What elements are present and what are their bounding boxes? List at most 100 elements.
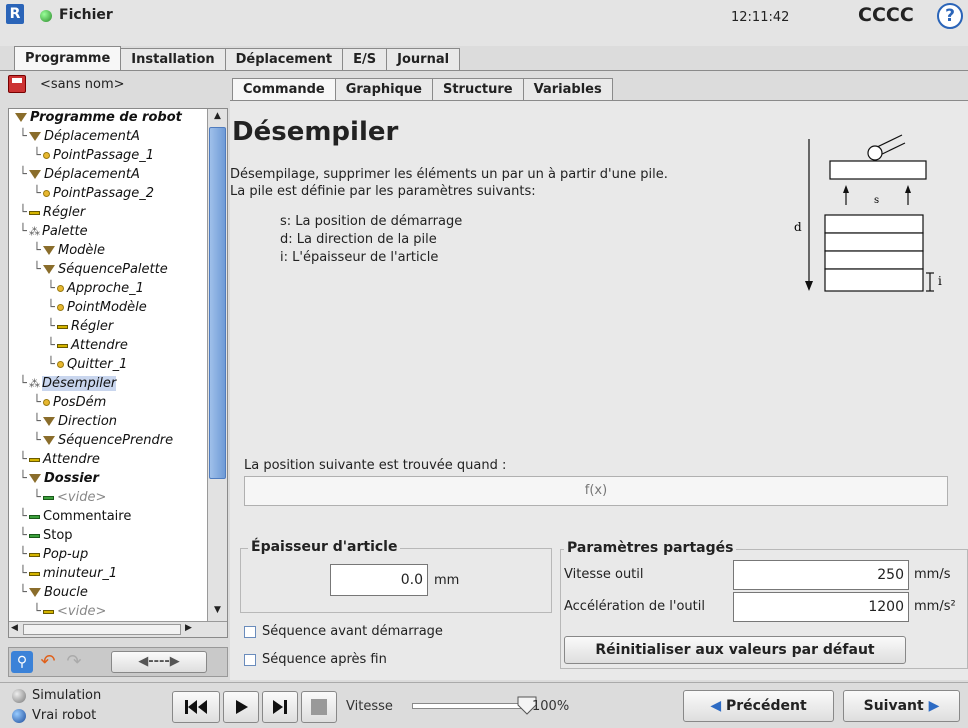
- tab-programme[interactable]: Programme: [14, 46, 122, 70]
- tree-item-label: <vide>: [57, 604, 107, 619]
- tree-connector: └: [19, 509, 27, 524]
- tree-item-label: Direction: [58, 414, 118, 429]
- tree-item-label: Pop-up: [43, 547, 89, 562]
- reset-defaults-button[interactable]: Réinitialiser aux valeurs par défaut: [564, 636, 906, 664]
- tree-connector: └: [33, 243, 41, 258]
- tree-item[interactable]: minuteur_1: [29, 566, 117, 581]
- help-icon[interactable]: ?: [937, 3, 963, 29]
- step-button[interactable]: [262, 691, 298, 723]
- redo-icon[interactable]: ↷: [63, 651, 85, 673]
- tree-item[interactable]: Approche_1: [57, 281, 144, 296]
- thickness-input[interactable]: 0.0: [330, 564, 428, 596]
- condition-expression-field[interactable]: f(x): [244, 476, 948, 506]
- tab-structure[interactable]: Structure: [431, 78, 524, 100]
- tree-item[interactable]: Quitter_1: [57, 357, 127, 372]
- tree-item[interactable]: Régler: [29, 205, 85, 220]
- checkbox-box[interactable]: [244, 653, 256, 666]
- tree-item[interactable]: Boucle: [29, 585, 88, 600]
- search-icon[interactable]: ⚲: [11, 651, 33, 673]
- ur-logo: R: [6, 4, 24, 24]
- tree-item[interactable]: Pop-up: [29, 547, 88, 562]
- play-button[interactable]: [223, 691, 259, 723]
- tree-item-label: Régler: [71, 319, 114, 334]
- arrow-left-icon: ◀: [710, 698, 722, 714]
- tree-item-label: SéquencePrendre: [58, 433, 174, 448]
- tree-item-label: <vide>: [57, 490, 107, 505]
- tree-item[interactable]: ⁂ Palette: [29, 224, 88, 239]
- tab-es[interactable]: E/S: [342, 48, 388, 70]
- tree-item[interactable]: Direction: [43, 414, 117, 429]
- speed-slider-track[interactable]: [412, 703, 528, 709]
- expand-collapse-button[interactable]: ◀----▶: [111, 651, 207, 673]
- tree-item[interactable]: <vide>: [43, 604, 106, 619]
- tree-vscrollbar[interactable]: ▲ ▼: [207, 109, 227, 621]
- next-button[interactable]: Suivant ▶: [843, 690, 960, 722]
- tree-item[interactable]: Stop: [29, 528, 73, 543]
- triangle-icon: [29, 588, 41, 597]
- tree-connector: └: [33, 433, 41, 448]
- undo-icon[interactable]: ↶: [37, 651, 59, 673]
- tree-item[interactable]: Modèle: [43, 243, 105, 258]
- tree-item-label: Attendre: [43, 452, 100, 467]
- tree-item[interactable]: PointPassage_2: [43, 186, 154, 201]
- mode-real-label[interactable]: Vrai robot: [32, 708, 96, 723]
- command-panel: Désempiler Désempilage, supprimer les él…: [230, 100, 968, 680]
- tree-item[interactable]: Programme de robot: [15, 110, 182, 125]
- checkbox-after-end[interactable]: Séquence après fin: [244, 652, 387, 667]
- hscroll-thumb[interactable]: [23, 624, 181, 635]
- scroll-right-icon[interactable]: ▶: [185, 623, 192, 633]
- tree-item[interactable]: PointPassage_1: [43, 148, 154, 163]
- waypoint-dot-icon: [43, 152, 50, 159]
- diagram-label-i: i: [938, 274, 942, 288]
- file-menu[interactable]: Fichier: [59, 7, 113, 23]
- tree-item-label: DéplacementA: [44, 167, 140, 182]
- tree-connector: └: [19, 471, 27, 486]
- tree-item[interactable]: Régler: [57, 319, 113, 334]
- tree-hscrollbar[interactable]: ◀ ▶: [9, 621, 227, 637]
- program-tree[interactable]: Programme de robot DéplacementA └ PointPass…: [8, 108, 228, 638]
- tree-connector: └: [33, 604, 41, 619]
- tab-graphique[interactable]: Graphique: [334, 78, 433, 100]
- mode-simulation-label[interactable]: Simulation: [32, 688, 101, 703]
- tree-item[interactable]: DéplacementA: [29, 167, 140, 182]
- simulation-radio[interactable]: [12, 689, 26, 703]
- tree-connector: └: [47, 319, 55, 334]
- tab-commande[interactable]: Commande: [232, 78, 336, 100]
- triangle-icon: [29, 132, 41, 141]
- checkbox-before-start[interactable]: Séquence avant démarrage: [244, 624, 443, 639]
- scroll-thumb[interactable]: [209, 127, 226, 479]
- tree-connector: └: [19, 167, 27, 182]
- description-line-2: La pile est définie par les paramètres s…: [230, 184, 536, 199]
- tree-item[interactable]: ⁂ Désempiler: [29, 376, 117, 391]
- tab-variables[interactable]: Variables: [522, 78, 613, 100]
- tree-item[interactable]: PosDém: [43, 395, 106, 410]
- tree-item[interactable]: SéquencePalette: [43, 262, 168, 277]
- speed-label: Vitesse: [346, 699, 393, 714]
- tree-item[interactable]: Dossier: [29, 471, 99, 486]
- tab-deplacement[interactable]: Déplacement: [224, 48, 344, 70]
- tool-speed-input[interactable]: 250: [733, 560, 909, 590]
- scroll-left-icon[interactable]: ◀: [11, 623, 18, 633]
- tree-item[interactable]: DéplacementA: [29, 129, 140, 144]
- tree-item[interactable]: <vide>: [43, 490, 106, 505]
- tree-item[interactable]: PointModèle: [57, 300, 147, 315]
- skip-back-button[interactable]: [172, 691, 220, 723]
- tree-item[interactable]: SéquencePrendre: [43, 433, 173, 448]
- tab-journal[interactable]: Journal: [386, 48, 461, 70]
- sub-tabs: Commande Graphique Structure Variables: [232, 78, 613, 100]
- real-robot-radio[interactable]: [12, 709, 26, 723]
- checkbox-box[interactable]: [244, 625, 256, 638]
- previous-button-label: Précédent: [726, 698, 807, 714]
- previous-button[interactable]: ◀ Précédent: [683, 690, 834, 722]
- tab-installation[interactable]: Installation: [120, 48, 226, 70]
- tree-item[interactable]: Attendre: [57, 338, 128, 353]
- tree-connector: └: [19, 205, 27, 220]
- scroll-up-icon[interactable]: ▲: [210, 111, 225, 125]
- save-icon[interactable]: [8, 75, 26, 93]
- tool-accel-input[interactable]: 1200: [733, 592, 909, 622]
- scroll-down-icon[interactable]: ▼: [210, 605, 225, 619]
- tree-item[interactable]: Commentaire: [29, 509, 131, 524]
- tree-item[interactable]: Attendre: [29, 452, 100, 467]
- stop-button[interactable]: [301, 691, 337, 723]
- bar-icon: [29, 210, 40, 215]
